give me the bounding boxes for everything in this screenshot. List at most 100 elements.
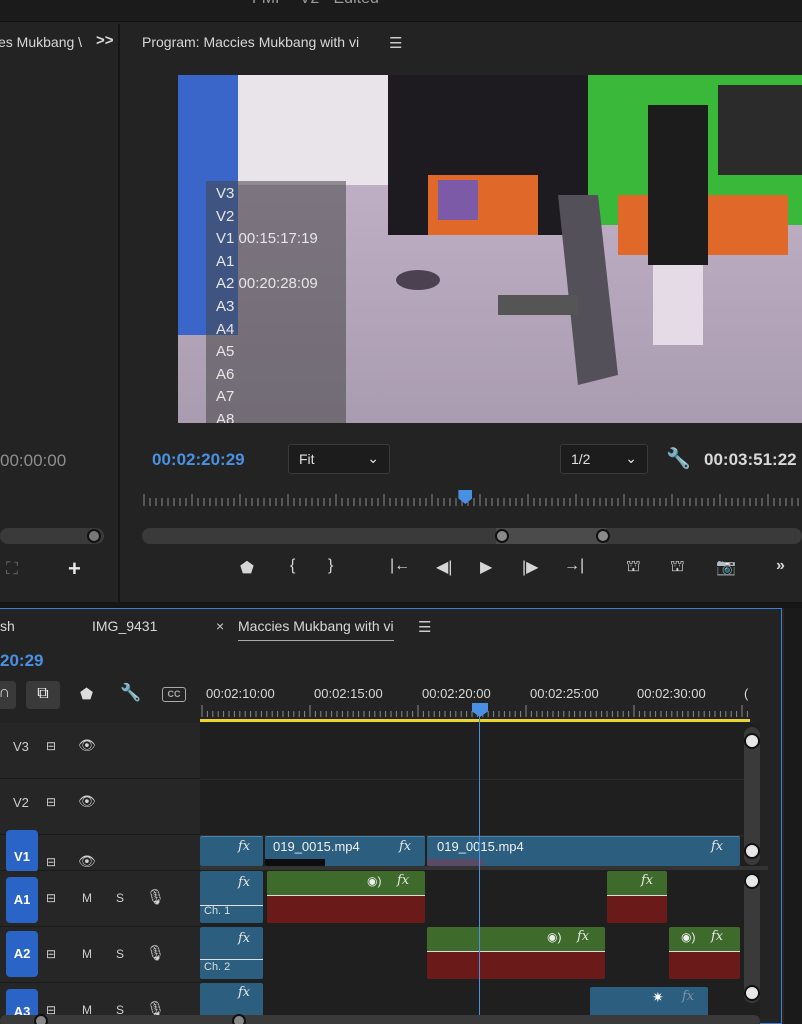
export-frame-button[interactable]: 📷 [716, 557, 736, 577]
mark-in-icon: { [290, 557, 296, 574]
play-button[interactable]: ▶ [480, 557, 492, 577]
a1-clip-0[interactable]: fx Ch. 1 [200, 871, 263, 923]
linked-selection-icon[interactable]: ⧉ [26, 681, 60, 709]
v1-clip-1[interactable]: 019_0015.mp4 fx [265, 836, 425, 866]
microphone-icon[interactable]: 🎙 [146, 888, 165, 906]
lift-button[interactable]: ⛫ [626, 557, 641, 577]
mark-out-icon: } [328, 557, 334, 574]
program-tab[interactable]: Program: Maccies Mukbang with vi [142, 34, 359, 50]
microphone-icon[interactable]: 🎙 [146, 944, 165, 962]
video-track-scrollbar[interactable] [744, 727, 760, 865]
track-header-v2: V2 ⊟ 👁 [0, 779, 200, 835]
clip-name: 019_0015.mp4 [273, 839, 360, 854]
add-button-icon[interactable]: + [68, 556, 81, 582]
program-current-timecode[interactable]: 00:02:20:29 [152, 450, 245, 470]
eye-icon[interactable]: 👁 [78, 737, 96, 754]
timeline-current-timecode[interactable]: 20:29 [0, 651, 43, 671]
program-zoom-scrollbar[interactable] [142, 528, 802, 544]
export-frame-icon[interactable]: ⛶ [6, 559, 18, 579]
track-target-a1[interactable]: A1 [6, 877, 38, 923]
app-title-bar: FMP - V2 - Edited [0, 0, 802, 22]
hamburger-icon[interactable]: ☰ [389, 34, 402, 52]
scroll-handle-right[interactable] [596, 529, 610, 543]
fx-badge: fx [397, 873, 410, 888]
scroll-thumb[interactable] [496, 528, 606, 544]
zoom-dropdown[interactable]: Fit ⌄ [288, 444, 390, 474]
channel-label: Ch. 2 [204, 961, 231, 973]
toggle-sync-lock-icon[interactable]: ⊟ [46, 891, 56, 905]
panel-more-button[interactable]: >> [96, 32, 114, 49]
scroll-handle-bottom[interactable] [744, 985, 760, 1001]
track-divider [200, 779, 760, 780]
a1-clip-1[interactable]: ◉) fx [267, 871, 425, 923]
program-time-ruler[interactable] [142, 486, 802, 512]
captions-icon[interactable]: CC [162, 687, 186, 702]
a2-clip-1[interactable]: ◉) fx [427, 927, 605, 979]
extract-button[interactable]: ⛫ [670, 557, 685, 577]
play-icon: ▶ [480, 559, 493, 576]
fx-badge: fx [577, 929, 590, 944]
fx-badge: fx [238, 875, 251, 890]
timeline-ruler[interactable]: 00:02:10:00 00:02:15:00 00:02:20:00 00:02:2… [200, 681, 760, 723]
source-tab[interactable]: es Mukbang \ [0, 34, 82, 50]
timeline-tab-1[interactable]: sh [0, 618, 15, 634]
tab-label: IMG_9431 [92, 618, 158, 634]
track-name: V2 [13, 795, 29, 810]
toggle-sync-lock-icon[interactable]: ⊟ [46, 739, 56, 753]
program-panel: Program: Maccies Mukbang with vi ☰ V3 V2… [124, 24, 802, 602]
scroll-handle-right[interactable] [232, 1014, 246, 1024]
work-area-bar[interactable] [200, 719, 750, 722]
clip-line [200, 959, 263, 960]
close-icon[interactable]: × [216, 618, 224, 634]
hamburger-icon[interactable]: ☰ [418, 618, 431, 636]
add-marker-button[interactable]: ⬟ [240, 558, 254, 578]
eye-icon[interactable]: 👁 [78, 793, 96, 810]
a1-clip-2[interactable]: fx [607, 871, 667, 923]
overlay-list: V3 V2 V1 00:15:17:19 A1 A2 00:20:28:09 A3 A4 A5… [216, 183, 346, 423]
timeline-tab-2[interactable]: IMG_9431 [92, 618, 157, 634]
overlay-track-line: A4 [216, 320, 235, 338]
a2-clip-2[interactable]: ◉) fx [669, 927, 740, 979]
solo-button[interactable]: S [116, 947, 124, 961]
track-target-v1[interactable]: V1 [6, 830, 38, 872]
go-to-out-button[interactable]: →| [564, 557, 584, 575]
mute-button[interactable]: M [82, 947, 92, 961]
v1-clip-2[interactable]: 019_0015.mp4 fx [427, 836, 740, 866]
wrench-icon[interactable]: 🔧 [666, 446, 691, 471]
step-back-button[interactable]: ◀| [436, 557, 452, 577]
step-forward-button[interactable]: |▶ [522, 557, 538, 577]
mark-out-button[interactable]: } [328, 557, 333, 575]
add-marker-icon[interactable]: ⬟ [80, 685, 93, 703]
toggle-sync-lock-icon[interactable]: ⊟ [46, 795, 56, 809]
eye-icon[interactable]: 👁 [78, 853, 96, 870]
track-target-a2[interactable]: A2 [6, 931, 38, 977]
solo-button[interactable]: S [116, 891, 124, 905]
a2-clip-0[interactable]: fx Ch. 2 [200, 927, 263, 979]
audio-track-scrollbar[interactable] [744, 873, 760, 1003]
timeline-tab-active[interactable]: Maccies Mukbang with vi [238, 618, 394, 641]
scroll-handle[interactable] [87, 529, 101, 543]
extract-icon: ⛫ [670, 558, 685, 575]
scroll-handle-left[interactable] [495, 529, 509, 543]
overlay-track-line: V3 [216, 185, 235, 202]
program-monitor-video[interactable]: V3 V2 V1 00:15:17:19 A1 A2 00:20:28:09 A3 A4 A5… [178, 75, 802, 423]
snap-toggle-icon[interactable]: ∩ [0, 681, 16, 709]
toggle-sync-lock-icon[interactable]: ⊟ [46, 855, 56, 869]
wrench-icon[interactable]: 🔧 [120, 683, 141, 703]
scroll-handle-top[interactable] [744, 873, 760, 889]
right-panel-edge [784, 608, 802, 1024]
v1-clip-0[interactable]: fx [200, 836, 263, 866]
source-zoom-scrollbar[interactable] [0, 528, 104, 544]
track-content[interactable]: fx 019_0015.mp4 fx 019_0015.mp4 fx fx Ch… [200, 715, 768, 1024]
scroll-handle-left[interactable] [34, 1014, 48, 1024]
timeline-playhead-line[interactable] [479, 715, 480, 1024]
scroll-handle-top[interactable] [744, 733, 760, 749]
timeline-horizontal-scrollbar[interactable] [0, 1014, 760, 1024]
mute-button[interactable]: M [82, 891, 92, 905]
go-to-in-button[interactable]: |← [390, 557, 410, 575]
mark-in-button[interactable]: { [290, 557, 295, 575]
scroll-handle-bottom[interactable] [744, 843, 760, 859]
toggle-sync-lock-icon[interactable]: ⊟ [46, 947, 56, 961]
resolution-dropdown[interactable]: 1/2 ⌄ [560, 444, 648, 474]
more-controls-button[interactable]: » [776, 557, 785, 575]
